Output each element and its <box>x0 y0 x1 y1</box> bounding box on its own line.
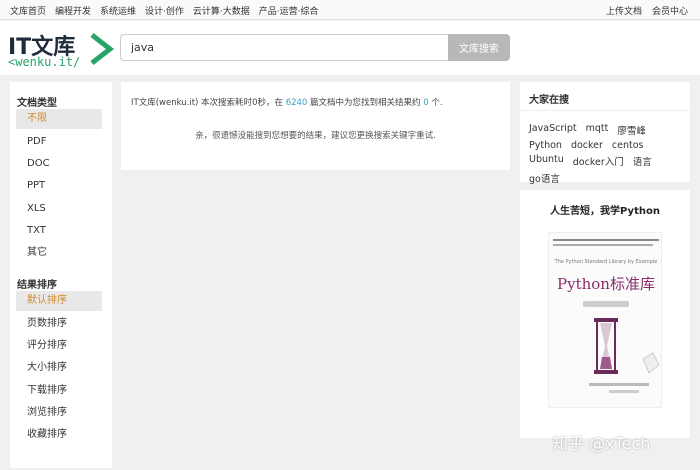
nav-link-product[interactable]: 产品·运营·综合 <box>259 4 319 17</box>
nav-link-home[interactable]: 文库首页 <box>10 4 46 17</box>
logo-domain: <wenku.it/ <box>8 55 81 69</box>
sort-views[interactable]: 浏览排序 <box>16 403 102 423</box>
hot-tag[interactable]: Ubuntu <box>529 154 564 168</box>
doc-type-other[interactable]: 其它 <box>16 243 102 263</box>
hot-tag[interactable]: 语言 <box>633 154 652 168</box>
cover-text-line <box>553 244 653 246</box>
doc-type-pdf[interactable]: PDF <box>16 132 102 152</box>
summary-mid2: 篇文档中为您找到相关结果约 <box>310 98 421 108</box>
hot-tag[interactable]: centos <box>612 140 644 151</box>
cover-publisher-line <box>589 383 649 386</box>
site-logo[interactable]: IT文库 <wenku.it/ <box>8 29 118 69</box>
book-cover-image[interactable]: The Python Standard Library by Example P… <box>548 232 662 408</box>
book-subtitle: The Python Standard Library by Example <box>554 259 658 265</box>
sort-downloads[interactable]: 下载排序 <box>16 381 102 401</box>
no-result-message: 亲，很遗憾没能搜到您想要的结果，建议您更换搜索关键字重试. <box>195 131 436 141</box>
result-count: 0 <box>423 98 429 108</box>
search-summary: IT文库(wenku.it) 本次搜索耗时 0 秒，在 6240 篇文档中为您找到相… <box>131 96 443 108</box>
summary-suffix: 个. <box>431 98 443 108</box>
hot-tag[interactable]: docker入门 <box>573 154 624 168</box>
search-button[interactable]: 文库搜索 <box>448 34 510 61</box>
hot-tag[interactable]: JavaScript <box>529 123 577 137</box>
sort-pages[interactable]: 页数排序 <box>16 314 102 334</box>
top-nav-left: 文库首页 编程开发 系统运维 设计·创作 云计算·大数据 产品·运营·综合 <box>10 4 319 17</box>
hot-searches-title: 大家在搜 <box>529 95 569 106</box>
doc-type-any[interactable]: 不限 <box>16 109 102 129</box>
summary-mid1: 秒，在 <box>257 98 283 108</box>
tag-icon <box>642 352 660 374</box>
doc-type-doc[interactable]: DOC <box>16 154 102 174</box>
hot-tag[interactable]: Python <box>529 140 562 151</box>
book-title: Python标准库 <box>557 275 655 293</box>
summary-prefix: IT文库(wenku.it) 本次搜索耗时 <box>131 98 253 108</box>
doc-type-ppt[interactable]: PPT <box>16 176 102 196</box>
top-nav-right: 上传文档 会员中心 <box>606 4 688 17</box>
search-input[interactable] <box>120 34 448 61</box>
nav-link-design[interactable]: 设计·创作 <box>145 4 184 17</box>
doc-type-xls[interactable]: XLS <box>16 199 102 219</box>
member-center-link[interactable]: 会员中心 <box>652 4 688 17</box>
sort-favorites[interactable]: 收藏排序 <box>16 425 102 445</box>
hot-searches-panel: 大家在搜 JavaScript mqtt 廖雪峰 Python docker c… <box>520 82 690 185</box>
upload-doc-link[interactable]: 上传文档 <box>606 4 642 17</box>
hot-tag[interactable]: docker <box>571 140 603 151</box>
ad-title: 人生苦短，我学Python <box>550 206 660 217</box>
sort-size[interactable]: 大小排序 <box>16 358 102 378</box>
nav-link-ops[interactable]: 系统运维 <box>100 4 136 17</box>
sort-title: 结果排序 <box>17 280 57 291</box>
hot-tag[interactable]: go语言 <box>529 171 560 185</box>
hot-tag[interactable]: mqtt <box>586 123 609 137</box>
filter-sidebar: 文档类型 不限 PDF DOC PPT XLS TXT 其它 结果排序 默认排序… <box>10 82 112 468</box>
book-ad-panel[interactable]: 人生苦短，我学Python The Python Standard Librar… <box>520 190 690 438</box>
sort-default[interactable]: 默认排序 <box>16 291 102 311</box>
top-nav-bar: 文库首页 编程开发 系统运维 设计·创作 云计算·大数据 产品·运营·综合 上传… <box>0 0 700 20</box>
results-panel: IT文库(wenku.it) 本次搜索耗时 0 秒，在 6240 篇文档中为您找到相… <box>121 82 510 170</box>
cover-publisher-line <box>609 390 639 393</box>
logo-chevron-icon <box>90 33 115 65</box>
nav-link-programming[interactable]: 编程开发 <box>55 4 91 17</box>
doc-type-title: 文档类型 <box>17 98 57 109</box>
watermark: 知乎 @xTech <box>552 434 651 453</box>
doc-type-txt[interactable]: TXT <box>16 221 102 241</box>
hot-tags: JavaScript mqtt 廖雪峰 Python docker centos… <box>529 123 687 185</box>
nav-link-cloud[interactable]: 云计算·大数据 <box>193 4 250 17</box>
doc-count: 6240 <box>285 98 308 108</box>
sort-rating[interactable]: 评分排序 <box>16 336 102 356</box>
cover-text-line <box>553 239 659 241</box>
hourglass-icon <box>594 318 618 374</box>
cover-author-bar <box>583 301 629 307</box>
hot-tag[interactable]: 廖雪峰 <box>617 123 646 137</box>
divider <box>520 110 690 111</box>
